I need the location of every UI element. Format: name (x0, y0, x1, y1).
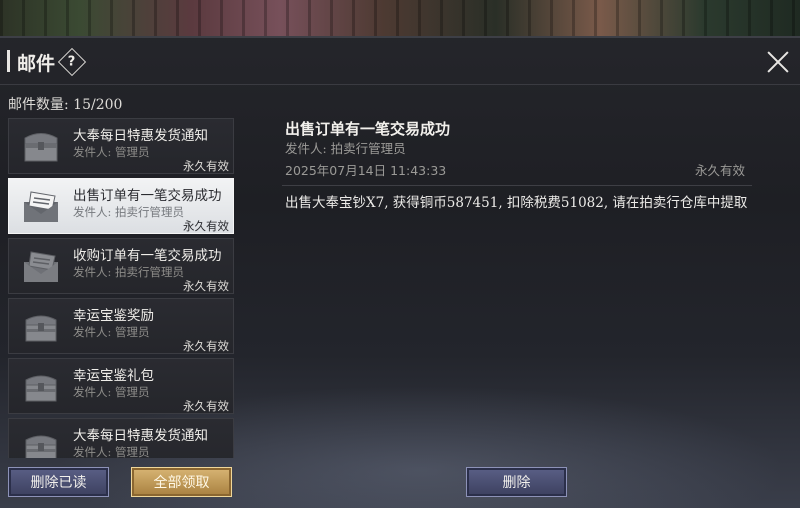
envelope-open-icon (24, 191, 58, 222)
envelope-open-icon (24, 251, 58, 282)
help-icon[interactable]: ? (57, 47, 87, 77)
mail-detail-date: 2025年07月14日 11:43:33 (285, 163, 447, 178)
mail-subject: 幸运宝鉴礼包 (73, 368, 154, 384)
title-bar: 邮件 ? (0, 44, 800, 78)
mail-detail-title: 出售订单有一笔交易成功 (285, 120, 451, 138)
chest-icon (25, 375, 57, 402)
mail-subject: 收购订单有一笔交易成功 (73, 248, 222, 264)
chest-icon (25, 315, 57, 342)
panel-top-border (0, 36, 800, 38)
mail-sender: 发件人: 管理员 (73, 325, 150, 339)
mail-detail-body: 出售大奉宝钞X7, 获得铜币587451, 扣除税费51082, 请在拍卖行仓库… (285, 195, 748, 211)
mail-count: 邮件数量: 15/200 (8, 97, 123, 113)
mail-subject: 幸运宝鉴奖励 (73, 308, 154, 324)
mail-sender: 发件人: 拍卖行管理员 (73, 205, 185, 219)
delete-read-button[interactable]: 删除已读 (8, 467, 109, 497)
scene-background (0, 0, 800, 36)
chest-icon (25, 435, 57, 458)
window-title: 邮件 (17, 53, 56, 75)
list-item[interactable]: 大奉每日特惠发货通知 发件人: 管理员 永久有效 (8, 118, 234, 174)
chest-icon (24, 133, 58, 162)
mail-sender: 发件人: 拍卖行管理员 (73, 265, 185, 279)
mail-subject: 大奉每日特惠发货通知 (73, 428, 208, 444)
mail-subject: 出售订单有一笔交易成功 (73, 188, 222, 204)
mail-expire: 永久有效 (183, 279, 229, 293)
list-item[interactable]: 幸运宝鉴奖励 发件人: 管理员 永久有效 (8, 298, 234, 354)
mail-expire: 永久有效 (183, 339, 229, 353)
mail-list[interactable]: 大奉每日特惠发货通知 发件人: 管理员 永久有效 出售订单有一笔交易成功 发件人… (8, 118, 236, 458)
list-item[interactable]: 出售订单有一笔交易成功 发件人: 拍卖行管理员 永久有效 (8, 178, 234, 234)
list-item[interactable]: 大奉每日特惠发货通知 发件人: 管理员 (8, 418, 234, 458)
close-icon[interactable] (766, 50, 790, 74)
title-divider (0, 84, 800, 85)
mail-sender: 发件人: 管理员 (73, 445, 150, 458)
list-item[interactable]: 收购订单有一笔交易成功 发件人: 拍卖行管理员 永久有效 (8, 238, 234, 294)
mail-detail-sender: 发件人: 拍卖行管理员 (285, 141, 406, 156)
help-icon-glyph: ? (68, 54, 76, 70)
mail-detail-expire: 永久有效 (695, 163, 746, 178)
detail-divider (282, 185, 752, 186)
mail-subject: 大奉每日特惠发货通知 (73, 128, 208, 144)
list-item[interactable]: 幸运宝鉴礼包 发件人: 管理员 永久有效 (8, 358, 234, 414)
title-accent-bar (7, 50, 10, 72)
claim-all-button[interactable]: 全部领取 (131, 467, 232, 497)
delete-button[interactable]: 删除 (466, 467, 567, 497)
mail-sender: 发件人: 管理员 (73, 385, 150, 399)
mail-expire: 永久有效 (183, 219, 229, 233)
mail-expire: 永久有效 (183, 399, 229, 413)
mail-sender: 发件人: 管理员 (73, 145, 150, 159)
mail-expire: 永久有效 (183, 159, 229, 173)
